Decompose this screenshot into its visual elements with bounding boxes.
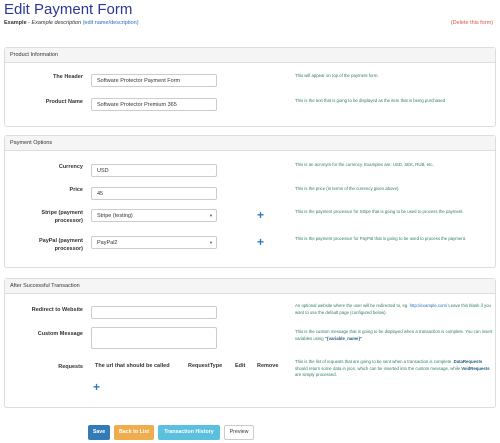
edit-name-link[interactable]: (edit name/description) bbox=[83, 20, 139, 26]
data-requests-term: DataRequests bbox=[453, 359, 483, 364]
header-label: The Header bbox=[53, 74, 83, 80]
chevron-down-icon: ▼ bbox=[209, 213, 213, 218]
payment-options-heading: Payment Options bbox=[5, 136, 495, 151]
requests-help-text: This is the list of requests that are go… bbox=[295, 359, 453, 364]
requests-help: This is the list of requests that are go… bbox=[295, 359, 495, 379]
stripe-select-value: Stripe (testing) bbox=[97, 213, 133, 219]
page-title: Edit Payment Form bbox=[4, 1, 133, 18]
stripe-label-line1: Stripe (payment bbox=[41, 210, 83, 216]
product-info-panel: Product Information The Header Software … bbox=[4, 47, 496, 127]
redirect-input[interactable] bbox=[91, 306, 217, 319]
currency-help: This is an acronym for the currency. Exa… bbox=[295, 162, 434, 167]
currency-input[interactable]: USD bbox=[91, 164, 217, 177]
chevron-down-icon: ▼ bbox=[209, 240, 213, 245]
redirect-help: An optional website where the user will … bbox=[295, 303, 495, 316]
custom-message-textarea[interactable] bbox=[91, 327, 217, 349]
price-help: This is the price (in terms of the curre… bbox=[295, 186, 399, 191]
paypal-select[interactable]: PayPal2 ▼ bbox=[91, 236, 217, 249]
stripe-select[interactable]: Stripe (testing) ▼ bbox=[91, 209, 217, 222]
after-transaction-heading: After Successful Transaction bbox=[5, 279, 495, 294]
paypal-select-value: PayPal2 bbox=[97, 240, 118, 246]
form-name: Example bbox=[4, 20, 27, 26]
add-paypal-processor-icon[interactable]: + bbox=[257, 236, 264, 248]
custom-message-label: Custom Message bbox=[37, 331, 83, 337]
product-name-input[interactable]: Software Protector Premium 365 bbox=[91, 98, 217, 111]
currency-label: Currency bbox=[58, 164, 83, 170]
price-label: Price bbox=[69, 187, 83, 193]
delete-form-link[interactable]: (Delete this form) bbox=[451, 20, 493, 26]
payment-options-panel: Payment Options Currency USD This is an … bbox=[4, 135, 496, 268]
transaction-history-button[interactable]: Transaction History bbox=[158, 425, 220, 440]
col-remove-header: Remove bbox=[257, 363, 279, 369]
stripe-label: Stripe (payment processor) bbox=[5, 209, 83, 225]
after-transaction-panel: After Successful Transaction Redirect to… bbox=[4, 278, 496, 408]
product-name-help: This is the text that is going to be dis… bbox=[295, 98, 446, 103]
header-help: This will appear on top of the payment f… bbox=[295, 73, 379, 78]
stripe-label-line2: processor) bbox=[54, 218, 83, 224]
paypal-label-line1: PayPal (payment bbox=[38, 238, 83, 244]
add-request-icon[interactable]: + bbox=[93, 381, 100, 393]
void-requests-term: VoidRequests bbox=[461, 365, 490, 371]
col-url-header: The url that should be called bbox=[95, 363, 170, 369]
header-input[interactable]: Software Protector Payment Form bbox=[91, 74, 217, 87]
back-to-list-button[interactable]: Back to List bbox=[114, 425, 154, 440]
example-link[interactable]: http://example.com/ bbox=[410, 303, 448, 308]
stripe-help: This is the payment processor for Stripe… bbox=[295, 209, 464, 214]
requests-help-text-3: are simply processed. bbox=[295, 372, 337, 377]
requests-label: Requests bbox=[58, 364, 83, 370]
product-info-heading: Product Information bbox=[5, 48, 495, 63]
add-stripe-processor-icon[interactable]: + bbox=[257, 209, 264, 221]
custom-message-help: This is the custom message that is going… bbox=[295, 329, 495, 342]
paypal-label-line2: processor) bbox=[54, 246, 83, 252]
requests-help-text-2: should return some data in json, which c… bbox=[295, 365, 461, 371]
price-input[interactable]: 45 bbox=[91, 187, 217, 200]
product-name-label: Product Name bbox=[45, 99, 83, 105]
paypal-help: This is the payment processor for PayPal… bbox=[295, 236, 467, 241]
paypal-label: PayPal (payment processor) bbox=[5, 237, 83, 253]
form-description: Example description bbox=[31, 20, 82, 26]
col-edit-header: Edit bbox=[235, 363, 246, 369]
save-button[interactable]: Save bbox=[88, 425, 110, 440]
form-subtitle: Example - Example description (edit name… bbox=[4, 20, 139, 26]
variable-name-hint: "{variable_name}" bbox=[324, 335, 363, 341]
redirect-label: Redirect to Website bbox=[31, 307, 83, 313]
preview-button[interactable]: Preview bbox=[224, 425, 254, 440]
col-type-header: RequestType bbox=[188, 363, 223, 369]
redirect-help-text: An optional website where the user will … bbox=[295, 303, 409, 308]
